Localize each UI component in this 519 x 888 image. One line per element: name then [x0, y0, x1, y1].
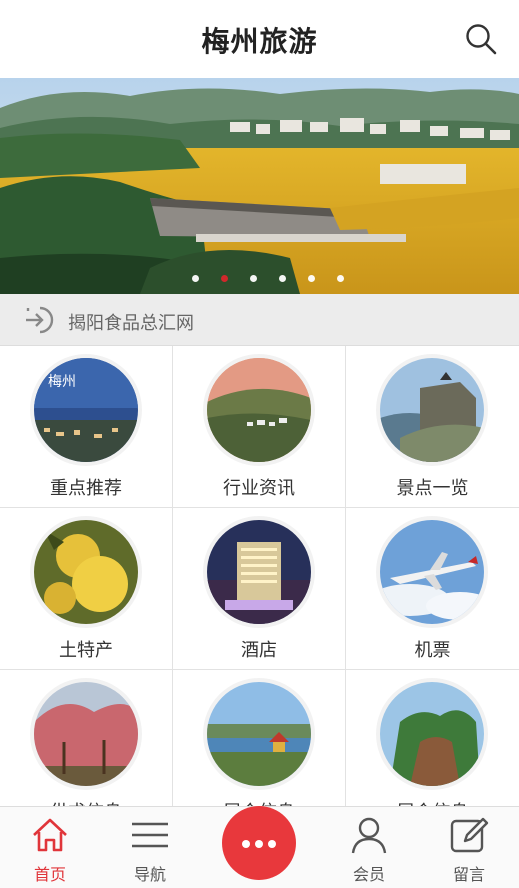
tab-navigation[interactable]: 导航: [100, 807, 200, 888]
app-header: 梅州旅游: [0, 0, 519, 78]
banner-carousel[interactable]: [0, 78, 519, 294]
carousel-dot[interactable]: [191, 275, 199, 282]
tab-label: 首页: [33, 865, 66, 884]
grid-label: 行业资讯: [223, 478, 295, 499]
grid-label: 机票: [414, 640, 451, 661]
grid-label: 景点一览: [396, 478, 469, 499]
grid-item-industry-news[interactable]: 行业资讯: [173, 346, 346, 508]
notice-bar[interactable]: 揭阳食品总汇网: [0, 294, 519, 346]
carousel-dot[interactable]: [307, 275, 315, 282]
attractions-image: [380, 358, 484, 462]
supply-demand-image: [34, 682, 138, 786]
carousel-dot-active[interactable]: [220, 275, 228, 282]
edit-icon: [450, 817, 489, 853]
svg-text:梅州: 梅州: [48, 374, 76, 390]
carousel-dot[interactable]: [278, 275, 286, 282]
grid-item-specialty-products[interactable]: 土特产: [0, 508, 173, 670]
tab-message[interactable]: 留言: [419, 807, 519, 888]
home-icon: [33, 818, 67, 852]
grid-label: 酒店: [241, 640, 277, 661]
grid-item-air-tickets[interactable]: 机票: [346, 508, 519, 670]
specialty-products-image: [34, 520, 138, 624]
hotel-image: [207, 520, 311, 624]
grid-item-exhibition-2[interactable]: 展会信息: [346, 670, 519, 823]
search-icon[interactable]: [464, 22, 498, 56]
tab-label: 会员: [352, 865, 385, 884]
more-dots-icon: [242, 840, 250, 848]
more-dots-icon: [268, 840, 276, 848]
grid-label: 土特产: [59, 640, 113, 661]
carousel-dot[interactable]: [249, 275, 257, 282]
tab-label: 留言: [452, 865, 485, 884]
tab-label: 导航: [133, 865, 166, 884]
air-tickets-image: [380, 520, 484, 624]
grid-item-hotel[interactable]: 酒店: [173, 508, 346, 670]
grid-label: 重点推荐: [50, 478, 122, 499]
grid-item-exhibition[interactable]: 展会信息: [173, 670, 346, 823]
industry-news-image: [207, 358, 311, 462]
featured-image: 梅州: [34, 358, 138, 462]
banner-image: [0, 78, 519, 294]
tab-member[interactable]: 会员: [319, 807, 419, 888]
grid-item-supply-demand[interactable]: 供求信息: [0, 670, 173, 823]
carousel-indicators: [0, 275, 519, 282]
category-grid: 梅州 重点推荐 行业资讯 景点一览 土特产 酒店 机票: [0, 346, 519, 823]
user-icon: [351, 817, 387, 854]
menu-icon: [132, 822, 168, 848]
more-dots-icon: [255, 840, 263, 848]
page-title: 梅州旅游: [201, 25, 318, 58]
carousel-dot[interactable]: [336, 275, 344, 282]
exhibition-image: [207, 682, 311, 786]
more-button[interactable]: [222, 806, 296, 880]
grid-item-featured[interactable]: 梅州 重点推荐: [0, 346, 173, 508]
grid-item-attractions[interactable]: 景点一览: [346, 346, 519, 508]
notice-text: 揭阳食品总汇网: [68, 313, 194, 334]
tab-home[interactable]: 首页: [0, 807, 100, 888]
login-arrow-icon: [26, 306, 54, 334]
exhibition-2-image: [380, 682, 484, 786]
